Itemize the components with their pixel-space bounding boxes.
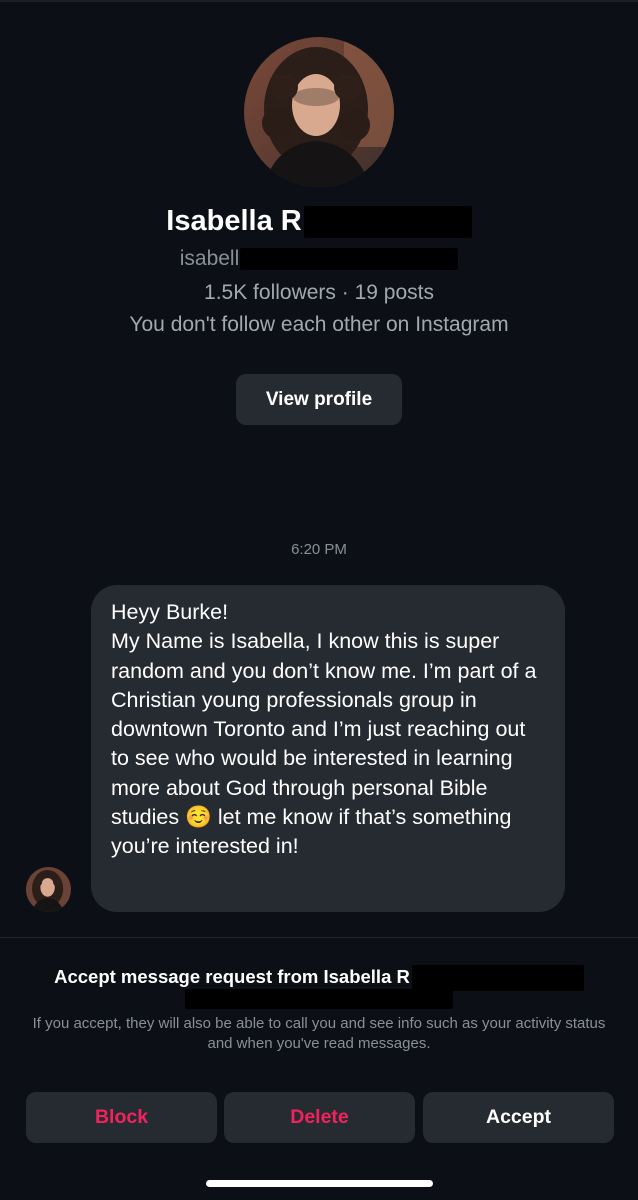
- dm-request-screen: Isabella R isabell 1.5K followers · 19 p…: [0, 0, 638, 1200]
- accept-request-handle: [0, 986, 638, 1010]
- profile-stats: 1.5K followers · 19 posts: [204, 281, 434, 304]
- redaction-bar: [185, 989, 453, 1010]
- message-timestamp: 6:20 PM: [291, 541, 347, 558]
- redaction-bar: [240, 248, 459, 271]
- accept-request-title-text: Accept message request from Isabella R: [54, 966, 410, 987]
- profile-avatar[interactable]: [244, 37, 394, 187]
- profile-name-text: Isabella R: [166, 205, 302, 237]
- block-button[interactable]: Block: [26, 1092, 217, 1143]
- sender-avatar[interactable]: [26, 867, 71, 912]
- redaction-bar: [303, 206, 472, 239]
- avatar-photo: [244, 37, 394, 187]
- message-bubble[interactable]: Heyy Burke! My Name is Isabella, I know …: [91, 585, 565, 912]
- profile-username-text: isabell: [179, 247, 240, 270]
- follow-status: You don't follow each other on Instagram: [129, 313, 509, 336]
- profile-name: Isabella R: [0, 202, 638, 240]
- footer-divider: [0, 937, 638, 938]
- home-indicator[interactable]: [206, 1180, 433, 1187]
- accept-button[interactable]: Accept: [423, 1092, 614, 1143]
- profile-username: isabell: [0, 244, 638, 274]
- avatar-photo: [26, 867, 71, 912]
- top-divider: [0, 0, 638, 2]
- accept-request-description: If you accept, they will also be able to…: [32, 1015, 606, 1052]
- delete-button[interactable]: Delete: [224, 1092, 415, 1143]
- view-profile-button[interactable]: View profile: [236, 374, 402, 425]
